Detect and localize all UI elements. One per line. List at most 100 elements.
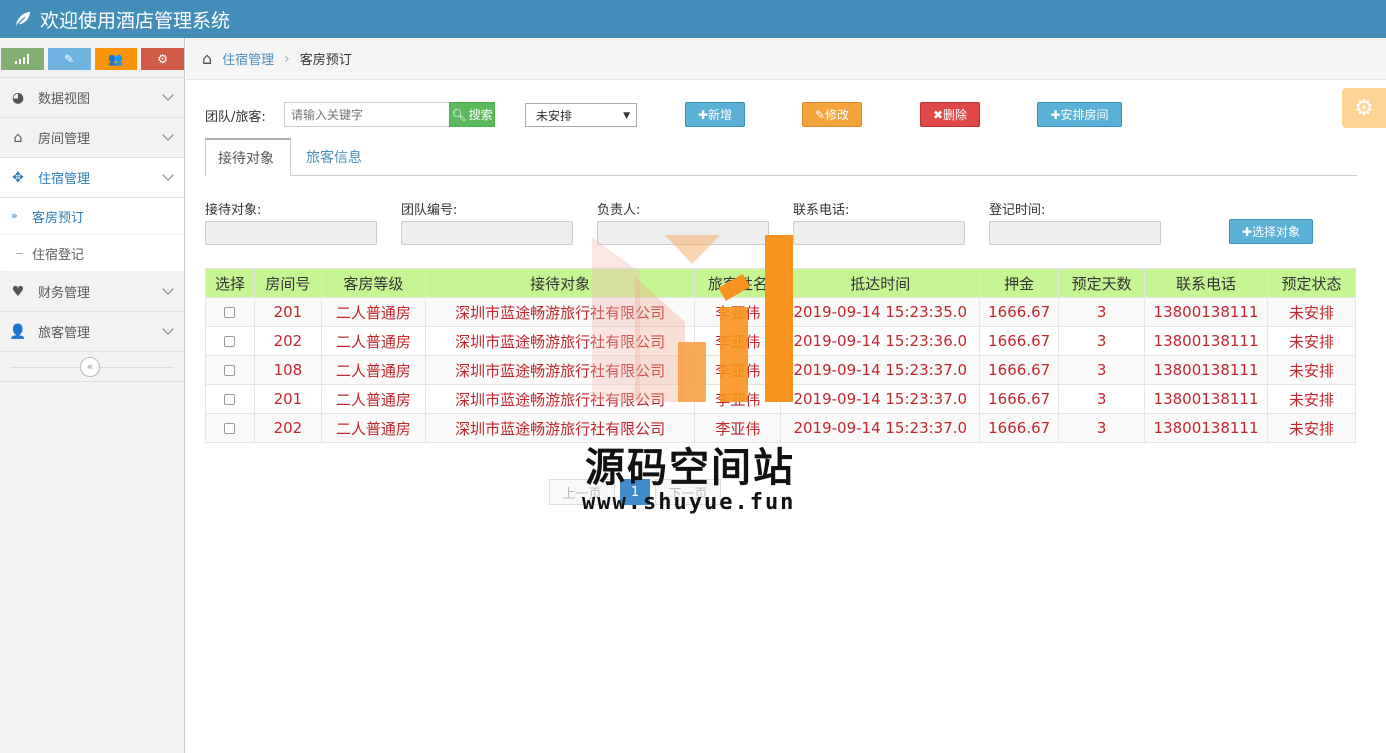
breadcrumb: ⌂ 住宿管理 › 客房预订: [186, 38, 1386, 80]
row-select-cell: [205, 355, 255, 385]
table-row[interactable]: 202 二人普通房 深圳市蓝途畅游旅行社有限公司 李亚伟 2019-09-14 15:2…: [205, 326, 1356, 356]
table-cell: 二人普通房: [320, 326, 426, 356]
table-cell: 未安排: [1267, 326, 1356, 356]
person-field[interactable]: [597, 221, 769, 245]
sidebar-item-lodging[interactable]: ✥ 住宿管理: [0, 158, 184, 198]
users-icon[interactable]: 👥: [94, 48, 138, 70]
edit-button[interactable]: ✎ 修改: [802, 102, 862, 127]
sidebar-subitem-label: 客房预订: [32, 210, 85, 226]
table-cell: 深圳市蓝途畅游旅行社有限公司: [424, 355, 696, 385]
table-cell: 二人普通房: [320, 384, 426, 414]
table-cell: 3: [1058, 355, 1146, 385]
select-target-button[interactable]: ✚ 选择对象: [1229, 219, 1313, 244]
sidebar-subitem-booking[interactable]: » 客房预订: [0, 198, 184, 235]
chart-icon[interactable]: [1, 48, 44, 70]
table-cell: 深圳市蓝途畅游旅行社有限公司: [424, 384, 696, 414]
double-chevron-right-icon: »: [11, 209, 18, 222]
target-label: 接待对象:: [205, 203, 262, 218]
delete-button[interactable]: ✖ 删除: [920, 102, 980, 127]
col-header: 预定状态: [1267, 268, 1356, 298]
tab-reception-target[interactable]: 接待对象: [205, 138, 291, 176]
team-no-field[interactable]: [401, 221, 573, 245]
status-select[interactable]: 未安排 ▼: [525, 103, 637, 127]
col-header: 预定天数: [1058, 268, 1146, 298]
home-icon[interactable]: ⌂: [202, 49, 212, 68]
table-cell: 未安排: [1267, 355, 1356, 385]
table-cell: 202: [253, 413, 322, 443]
gear-icon[interactable]: ⚙: [1342, 88, 1386, 128]
pencil-icon[interactable]: ✎: [47, 48, 91, 70]
sidebar-item-rooms[interactable]: ⌂ 房间管理: [0, 118, 184, 158]
search-input[interactable]: [284, 102, 450, 127]
shortcut-bar: ✎ 👥 ⚙: [0, 38, 184, 78]
table-cell: 未安排: [1267, 413, 1356, 443]
col-header: 联系电话: [1144, 268, 1269, 298]
tab-label: 接待对象: [218, 150, 274, 167]
table-cell: 13800138111: [1144, 326, 1269, 356]
sidebar-item-label: 数据视图: [38, 92, 91, 107]
table-cell: 李亚伟: [694, 326, 782, 356]
table-cell: 13800138111: [1144, 355, 1269, 385]
search-icon: 🔍︎: [451, 107, 467, 122]
arrange-room-button-label: 安排房间: [1060, 108, 1109, 122]
move-icon: ✥: [12, 169, 24, 186]
sidebar-item-guests[interactable]: 👤 旅客管理: [0, 312, 184, 352]
sidebar-item-data-view[interactable]: ◕ 数据视图: [0, 78, 184, 118]
row-select-cell: [205, 384, 255, 414]
search-label: 团队/旅客:: [205, 110, 266, 125]
breadcrumb-current: 客房预订: [299, 53, 352, 68]
row-checkbox[interactable]: [224, 336, 236, 347]
app-header: 欢迎使用酒店管理系统: [0, 0, 1386, 38]
table-row[interactable]: 201 二人普通房 深圳市蓝途畅游旅行社有限公司 李亚伟 2019-09-14 15:2…: [205, 384, 1356, 414]
table-cell: 201: [253, 297, 322, 327]
col-header: 客房等级: [320, 268, 426, 298]
row-checkbox[interactable]: [224, 307, 236, 318]
table-cell: 3: [1058, 384, 1146, 414]
add-button[interactable]: ✚ 新增: [685, 102, 745, 127]
chevron-down-icon: [162, 323, 174, 335]
row-checkbox[interactable]: [224, 365, 236, 376]
table-cell: 二人普通房: [320, 297, 426, 327]
chevron-right-icon: ›: [284, 50, 290, 67]
team-no-label: 团队编号:: [401, 203, 458, 218]
booking-table: 选择 房间号 客房等级 接待对象 旅客姓名 抵达时间 押金 预定天数 联系电话 …: [205, 268, 1356, 443]
row-select-cell: [205, 413, 255, 443]
chevron-down-icon: [162, 129, 174, 141]
tree-dash: [16, 253, 23, 254]
watermark-url: www.shuyue.fun: [582, 490, 796, 515]
search-button[interactable]: 🔍︎ 搜索: [449, 102, 495, 127]
table-cell: 深圳市蓝途畅游旅行社有限公司: [424, 297, 696, 327]
table-cell: 2019-09-14 15:23:35.0: [780, 297, 981, 327]
tab-guest-info[interactable]: 旅客信息: [294, 138, 374, 176]
reg-time-field[interactable]: [989, 221, 1161, 245]
arrange-room-button[interactable]: ✚ 安排房间: [1037, 102, 1122, 127]
table-row[interactable]: 201 二人普通房 深圳市蓝途畅游旅行社有限公司 李亚伟 2019-09-14 15:2…: [205, 297, 1356, 327]
breadcrumb-parent[interactable]: 住宿管理: [222, 49, 274, 68]
collapse-icon[interactable]: «: [80, 357, 100, 377]
table-cell: 108: [253, 355, 322, 385]
row-checkbox[interactable]: [224, 423, 236, 434]
close-icon: ✖: [932, 107, 944, 122]
table-cell: 2019-09-14 15:23:37.0: [780, 384, 981, 414]
table-cell: 未安排: [1267, 297, 1356, 327]
sidebar-subitem-checkin[interactable]: 住宿登记: [0, 235, 184, 272]
table-row[interactable]: 108 二人普通房 深圳市蓝途畅游旅行社有限公司 李亚伟 2019-09-14 15:2…: [205, 355, 1356, 385]
sidebar-item-finance[interactable]: ♥ 财务管理: [0, 272, 184, 312]
row-checkbox[interactable]: [224, 394, 236, 405]
cogs-icon[interactable]: ⚙: [141, 48, 184, 70]
caret-down-icon: ▼: [623, 111, 630, 121]
target-field[interactable]: [205, 221, 377, 245]
add-button-label: 新增: [708, 108, 733, 122]
table-cell: 1666.67: [979, 326, 1060, 356]
phone-field[interactable]: [793, 221, 965, 245]
sidebar-collapse-bar: «: [0, 352, 184, 382]
plus-icon: ✚: [1241, 224, 1253, 239]
table-cell: 2019-09-14 15:23:36.0: [780, 326, 981, 356]
table-cell: 2019-09-14 15:23:37.0: [780, 413, 981, 443]
delete-button-label: 删除: [943, 108, 968, 122]
chevron-down-icon: [162, 169, 174, 181]
edit-button-label: 修改: [825, 108, 850, 122]
sidebar-item-label: 住宿管理: [38, 172, 91, 187]
sidebar-item-label: 旅客管理: [38, 326, 91, 341]
table-cell: 13800138111: [1144, 297, 1269, 327]
